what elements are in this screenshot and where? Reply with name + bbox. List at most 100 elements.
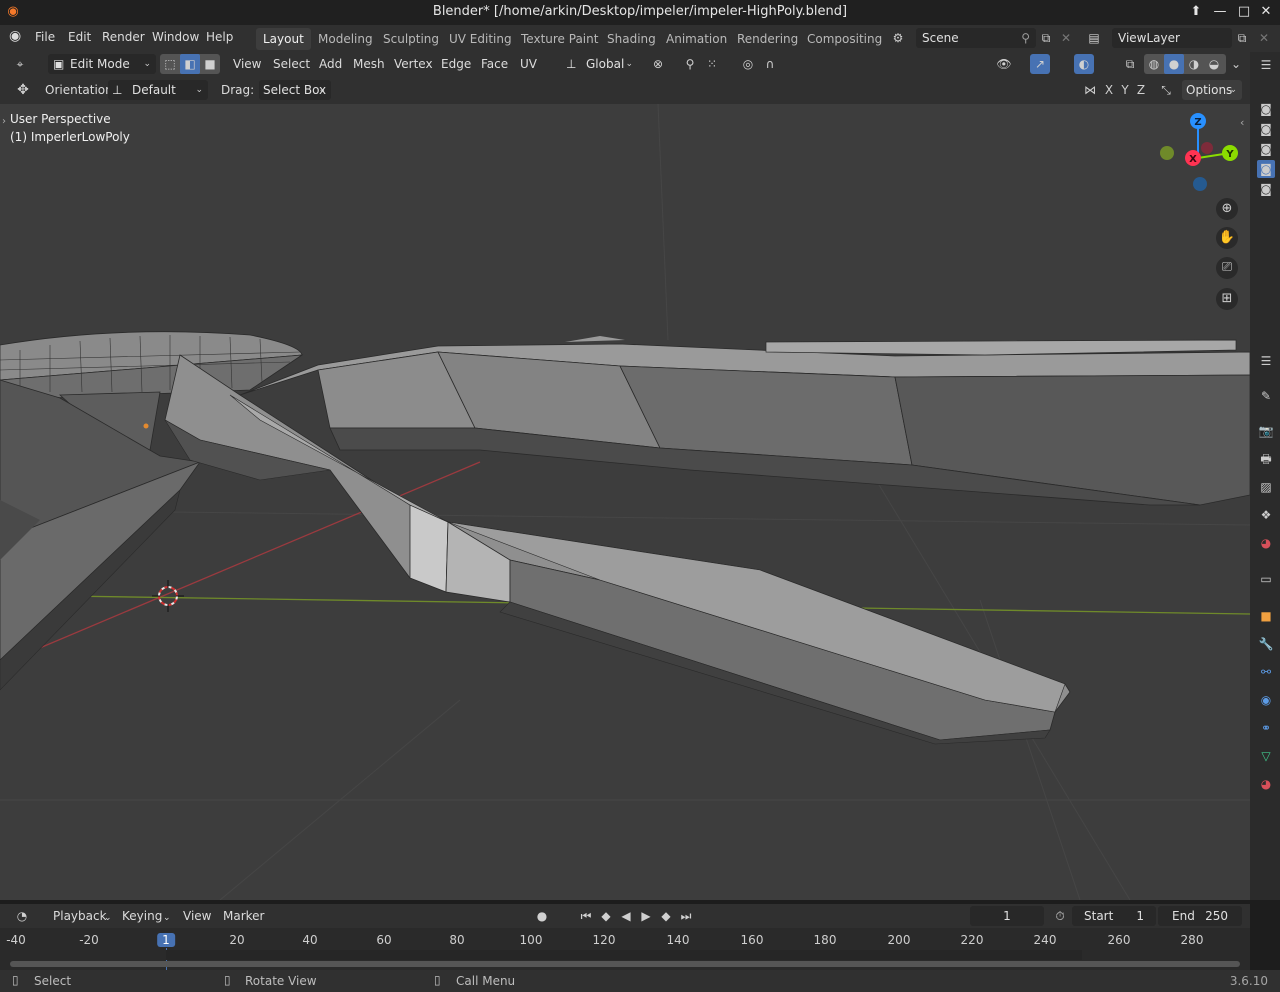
menu-uv[interactable]: UV bbox=[520, 54, 537, 74]
tab-modeling[interactable]: Modeling bbox=[311, 28, 380, 50]
pan-hand-icon[interactable]: ✋ bbox=[1216, 227, 1238, 249]
timeline-editor-type-icon[interactable]: ◔ bbox=[12, 906, 32, 926]
view-layer-field[interactable]: ViewLayer bbox=[1112, 28, 1232, 48]
mirror-icon[interactable]: ⋈ bbox=[1080, 80, 1100, 100]
face-select-icon[interactable]: ■ bbox=[200, 54, 220, 74]
render-tab-icon[interactable]: 📷 bbox=[1257, 422, 1275, 440]
current-frame-field[interactable]: 1 bbox=[970, 906, 1044, 926]
tab-animation[interactable]: Animation bbox=[659, 28, 734, 50]
constraints-tab-icon[interactable]: ⚭ bbox=[1257, 719, 1275, 737]
mode-dropdown[interactable]: ▣ Edit Mode ⌄ bbox=[48, 54, 156, 74]
menu-face[interactable]: Face bbox=[481, 54, 508, 74]
close-button[interactable]: ✕ bbox=[1257, 3, 1275, 21]
menu-help[interactable]: Help bbox=[206, 30, 233, 44]
snapshot-camera-icon[interactable]: ◙ bbox=[1257, 160, 1275, 178]
play-reverse-icon[interactable]: ◀ bbox=[616, 906, 636, 926]
snapshot-camera-icon[interactable]: ◙ bbox=[1257, 100, 1275, 118]
tab-rendering[interactable]: Rendering bbox=[730, 28, 805, 50]
timeline-menu-playback[interactable]: Playback bbox=[53, 906, 107, 926]
delete-view-layer-icon[interactable]: ✕ bbox=[1254, 28, 1274, 48]
delete-scene-icon[interactable]: ✕ bbox=[1056, 28, 1076, 48]
timeline-menu-keying[interactable]: Keying bbox=[122, 906, 162, 926]
menu-add[interactable]: Add bbox=[319, 54, 342, 74]
tab-texture-paint[interactable]: Texture Paint bbox=[514, 28, 605, 50]
minimize-button[interactable]: — bbox=[1211, 3, 1229, 21]
window-up-icon[interactable]: ⬆ bbox=[1187, 3, 1205, 21]
xray-toggle-icon[interactable]: ⧉ bbox=[1120, 54, 1140, 74]
options-dropdown[interactable]: Options ⌄ bbox=[1182, 80, 1242, 100]
scene-selector-icon[interactable]: ⚙ bbox=[888, 28, 908, 48]
navigation-gizmo[interactable]: Z Y X bbox=[1155, 110, 1245, 200]
orientation-dropdown[interactable]: ⊥ Default ⌄ bbox=[108, 80, 208, 100]
proportional-edit-icon[interactable]: ◎ bbox=[738, 54, 758, 74]
playhead-frame-label[interactable]: 1 bbox=[157, 933, 175, 947]
proportional-falloff-icon[interactable]: ∩ bbox=[760, 54, 780, 74]
outliner-icon[interactable]: ☰ bbox=[1257, 56, 1275, 74]
new-scene-icon[interactable]: ⧉ bbox=[1036, 28, 1056, 48]
editor-type-icon[interactable]: ⌖ bbox=[10, 54, 30, 74]
properties-header-icon[interactable]: ☰ bbox=[1257, 352, 1275, 370]
collection-tab-icon[interactable]: ▭ bbox=[1257, 570, 1275, 588]
scene-tab-icon[interactable]: ❖ bbox=[1257, 506, 1275, 524]
camera-view-icon[interactable]: ⎚ bbox=[1216, 257, 1238, 279]
shading-options-icon[interactable]: ⌄ bbox=[1226, 54, 1246, 74]
snapshot-camera-icon[interactable]: ◙ bbox=[1257, 120, 1275, 138]
rendered-shading-icon[interactable]: ◒ bbox=[1204, 54, 1224, 74]
object-tab-icon[interactable]: ■ bbox=[1257, 607, 1275, 625]
drag-dropdown[interactable]: Select Box ⌄ bbox=[259, 80, 331, 100]
mesh-data-tab-icon[interactable]: ▽ bbox=[1257, 747, 1275, 765]
snap-toggle-icon[interactable]: ⚲ bbox=[680, 54, 700, 74]
pin-icon[interactable]: ⚲ bbox=[1021, 28, 1030, 48]
jump-to-end-icon[interactable]: ⏭ bbox=[676, 906, 696, 926]
gizmo-toggle-icon[interactable]: ↗ bbox=[1030, 54, 1050, 74]
timeline-ruler[interactable]: -40 -20 1 20 40 60 80 100 120 140 160 18… bbox=[0, 928, 1250, 970]
overlay-toggle-icon[interactable]: ◐ bbox=[1074, 54, 1094, 74]
solid-shading-icon[interactable]: ● bbox=[1164, 54, 1184, 74]
menu-file[interactable]: File bbox=[35, 30, 55, 44]
new-view-layer-icon[interactable]: ⧉ bbox=[1232, 28, 1252, 48]
auto-keying-record-icon[interactable]: ● bbox=[532, 906, 552, 926]
jump-to-start-icon[interactable]: ⏮ bbox=[576, 906, 596, 926]
start-frame-field[interactable]: Start 1 bbox=[1072, 906, 1156, 926]
preview-range-clock-icon[interactable]: ⏱ bbox=[1050, 906, 1070, 926]
orthographic-grid-icon[interactable]: ⊞ bbox=[1216, 288, 1238, 310]
tab-shading[interactable]: Shading bbox=[600, 28, 663, 50]
auto-merge-icon[interactable]: ⤡ bbox=[1156, 80, 1176, 100]
wireframe-shading-icon[interactable]: ◍ bbox=[1144, 54, 1164, 74]
material-preview-icon[interactable]: ◑ bbox=[1184, 54, 1204, 74]
menu-edge[interactable]: Edge bbox=[441, 54, 471, 74]
output-tab-icon[interactable]: 🖶 bbox=[1257, 450, 1275, 468]
tab-uv-editing[interactable]: UV Editing bbox=[442, 28, 519, 50]
menu-window[interactable]: Window bbox=[152, 30, 199, 44]
tool-tab-icon[interactable]: ✎ bbox=[1257, 387, 1275, 405]
transform-orientation-dropdown[interactable]: ⊥ Global ⌄ bbox=[562, 54, 638, 74]
toolbar-expand-icon[interactable]: › bbox=[2, 116, 6, 127]
menu-view[interactable]: View bbox=[233, 54, 261, 74]
tab-layout[interactable]: Layout bbox=[256, 28, 311, 50]
menu-select[interactable]: Select bbox=[273, 54, 310, 74]
zoom-icon[interactable]: ⊕ bbox=[1216, 198, 1238, 220]
material-tab-icon[interactable]: ◕ bbox=[1257, 775, 1275, 793]
snapshot-camera-icon[interactable]: ◙ bbox=[1257, 140, 1275, 158]
physics-tab-icon[interactable]: ◉ bbox=[1257, 691, 1275, 709]
maximize-button[interactable]: □ bbox=[1235, 3, 1253, 21]
end-frame-field[interactable]: End 250 bbox=[1158, 906, 1242, 926]
blender-menu-icon[interactable]: ◉ bbox=[9, 28, 21, 44]
3d-cursor-icon[interactable] bbox=[152, 580, 184, 612]
vertex-select-icon[interactable]: ⬚ bbox=[160, 54, 180, 74]
mirror-z-toggle[interactable]: Z bbox=[1131, 80, 1151, 100]
3d-viewport[interactable]: › User Perspective (1) ImperlerLowPoly ‹… bbox=[0, 104, 1250, 900]
transform-tool-icon[interactable]: ✥ bbox=[13, 80, 33, 100]
visibility-icon[interactable]: 👁 bbox=[994, 54, 1014, 74]
tab-compositing[interactable]: Compositing bbox=[800, 28, 889, 50]
snap-target-icon[interactable]: ⁙ bbox=[702, 54, 722, 74]
view-layer-selector-icon[interactable]: ▤ bbox=[1084, 28, 1104, 48]
gizmo-neg-z-axis[interactable] bbox=[1193, 177, 1207, 191]
timeline-scrollbar[interactable] bbox=[10, 961, 1240, 967]
timeline-menu-marker[interactable]: Marker bbox=[223, 906, 264, 926]
menu-mesh[interactable]: Mesh bbox=[353, 54, 385, 74]
view-layer-tab-icon[interactable]: ▨ bbox=[1257, 478, 1275, 496]
pivot-point-icon[interactable]: ⊗ bbox=[648, 54, 668, 74]
modifier-wrench-icon[interactable]: 🔧 bbox=[1257, 635, 1275, 653]
scene-name-field[interactable]: Scene ⚲ bbox=[916, 28, 1036, 48]
